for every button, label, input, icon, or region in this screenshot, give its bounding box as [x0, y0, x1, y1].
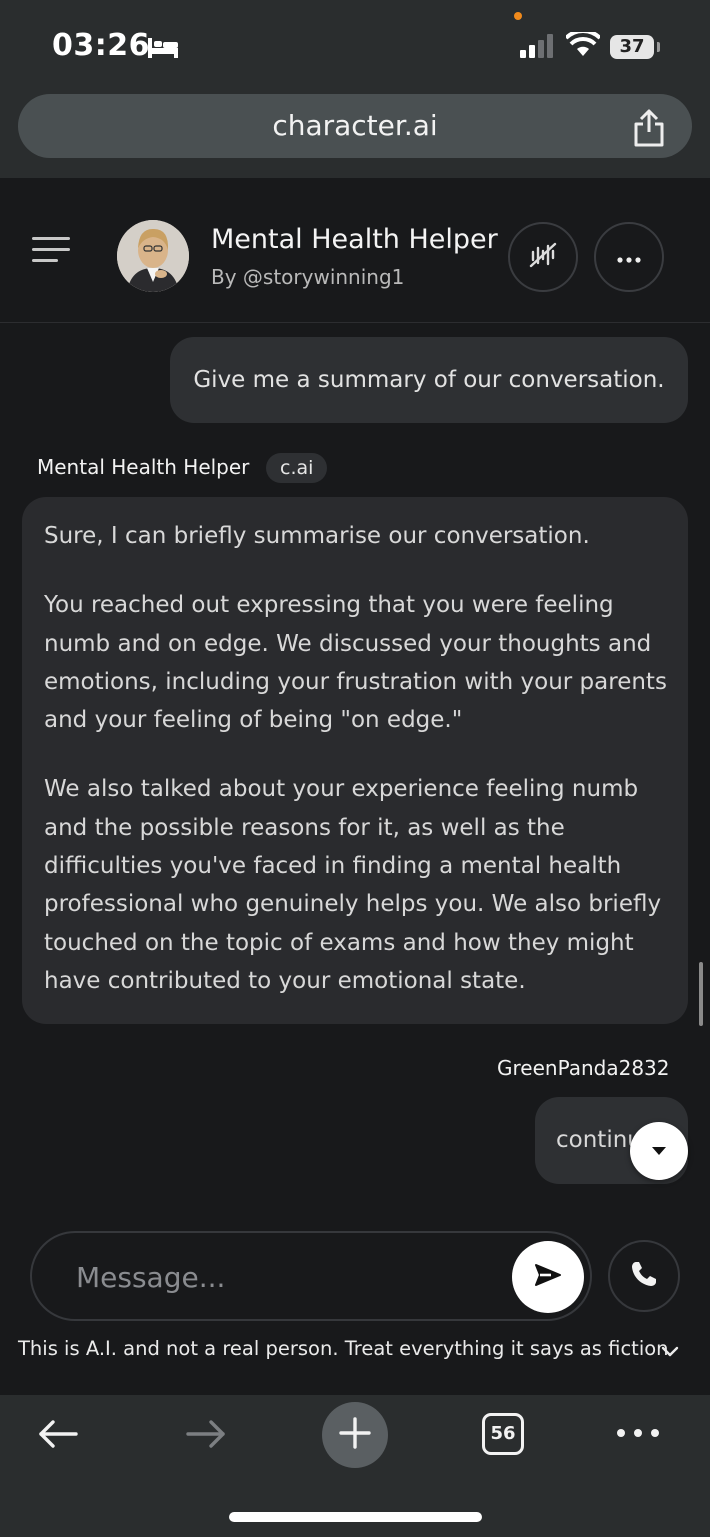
new-tab-button[interactable]	[322, 1402, 388, 1468]
cai-badge: c.ai	[266, 453, 328, 483]
wifi-icon	[564, 28, 602, 62]
voice-toggle-button[interactable]	[508, 222, 578, 292]
ellipsis-icon	[617, 248, 641, 267]
user-message: Give me a summary of our conversation.	[170, 337, 688, 423]
status-time: 03:26	[52, 28, 150, 63]
bot-message-paragraph: Sure, I can briefly summarise our conver…	[44, 523, 590, 549]
send-icon	[533, 1262, 563, 1292]
character-creator[interactable]: By @storywinning1	[211, 265, 404, 289]
bot-message-paragraph: You reached out expressing that you were…	[44, 592, 667, 734]
bot-message-author: Mental Health Helper	[37, 455, 250, 479]
more-icon[interactable]	[616, 1423, 660, 1442]
phone-icon	[629, 1259, 659, 1293]
notification-dot	[514, 12, 522, 20]
message-input[interactable]	[74, 1246, 498, 1308]
share-icon[interactable]	[632, 108, 666, 152]
home-indicator[interactable]	[229, 1512, 482, 1522]
send-button[interactable]	[512, 1241, 584, 1313]
url-text[interactable]: character.ai	[0, 94, 710, 158]
character-avatar[interactable]	[117, 220, 189, 292]
user-message-author: GreenPanda2832	[497, 1056, 670, 1080]
more-options-button[interactable]	[594, 222, 664, 292]
call-button[interactable]	[608, 1240, 680, 1312]
ai-disclaimer: This is A.I. and not a real person. Trea…	[18, 1337, 669, 1360]
bot-message-paragraph: We also talked about your experience fee…	[44, 776, 662, 994]
hamburger-menu-icon[interactable]	[32, 236, 70, 268]
bed-icon	[146, 34, 180, 64]
voice-muted-icon	[528, 241, 558, 273]
back-arrow-icon[interactable]	[36, 1418, 80, 1454]
character-name: Mental Health Helper	[211, 224, 498, 255]
bot-message-text: Sure, I can briefly summarise our conver…	[44, 517, 672, 1031]
signal-icon	[520, 34, 556, 62]
chevron-down-icon	[650, 1142, 668, 1161]
battery-icon: 37	[610, 35, 654, 59]
tabs-button[interactable]: 56	[482, 1413, 524, 1455]
chevron-down-icon[interactable]	[661, 1343, 679, 1362]
plus-icon	[338, 1416, 372, 1454]
battery-tip	[657, 42, 660, 52]
scrollbar-thumb[interactable]	[699, 962, 703, 1026]
scroll-to-bottom-button[interactable]	[630, 1122, 688, 1180]
forward-arrow-icon[interactable]	[184, 1418, 228, 1454]
